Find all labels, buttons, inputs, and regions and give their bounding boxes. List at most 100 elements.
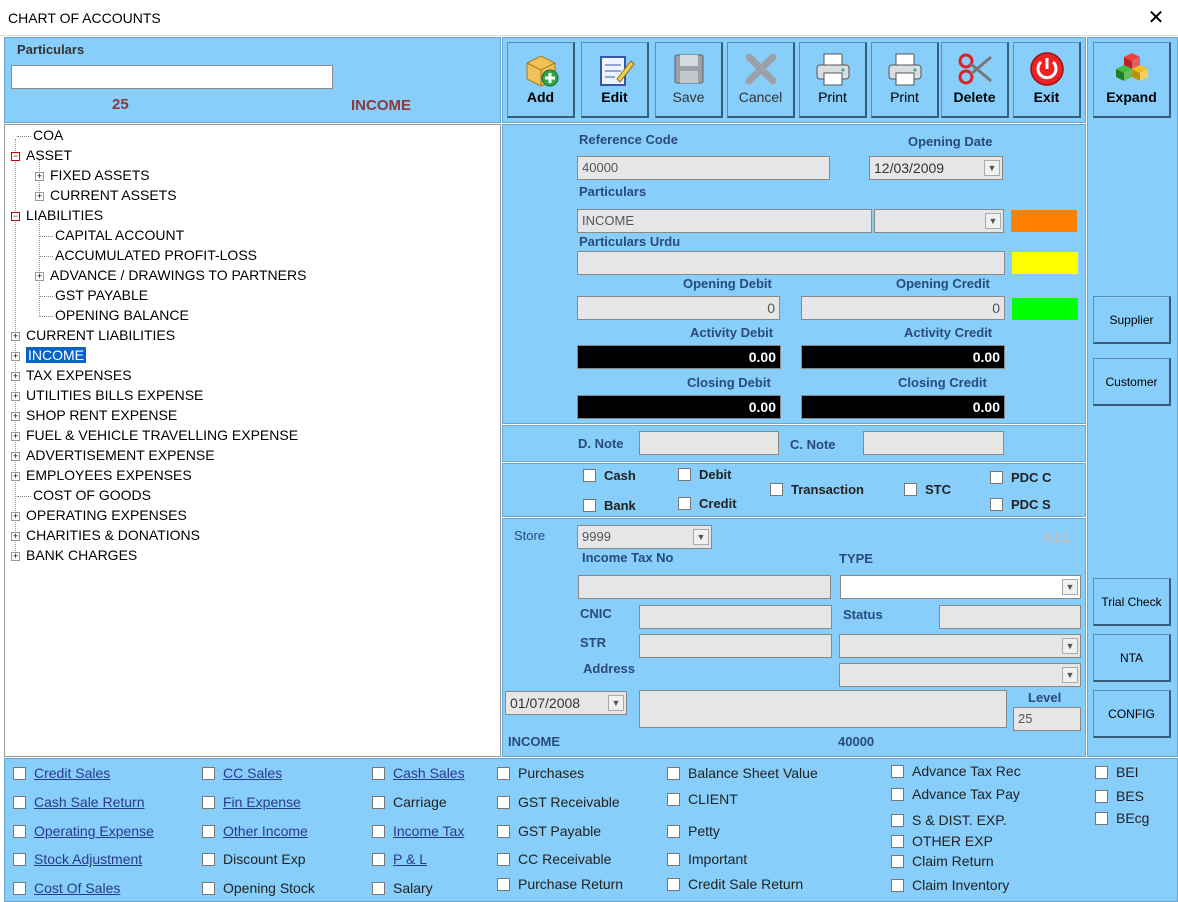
pl-checkbox[interactable]: P & L [372, 851, 427, 867]
petty-checkbox[interactable]: Petty [667, 823, 720, 839]
chevron-down-icon[interactable]: ▼ [1062, 638, 1078, 654]
expand-icon[interactable]: + [11, 351, 20, 361]
expand-icon[interactable]: + [11, 391, 20, 401]
tree-item[interactable]: + EMPLOYEES EXPENSES [11, 465, 192, 485]
important-checkbox[interactable]: Important [667, 851, 747, 867]
exit-button[interactable]: Exit [1013, 42, 1081, 118]
collapse-icon[interactable]: − [11, 211, 20, 221]
cash-checkbox[interactable]: Cash [583, 468, 636, 483]
cc-sales-checkbox[interactable]: CC Sales [202, 765, 282, 781]
expand-button[interactable]: Expand [1093, 42, 1171, 118]
address-select[interactable]: ▼ [839, 663, 1081, 687]
expand-icon[interactable]: + [35, 271, 44, 281]
print-alt-button[interactable]: Print [871, 42, 939, 118]
config-button[interactable]: CONFIG [1093, 690, 1171, 738]
chevron-down-icon[interactable]: ▼ [608, 695, 624, 711]
chevron-down-icon[interactable]: ▼ [984, 160, 1000, 176]
balance-sheet-value-checkbox[interactable]: Balance Sheet Value [667, 765, 818, 781]
tree-item[interactable]: + CURRENT ASSETS [35, 185, 177, 205]
bes-checkbox[interactable]: BES [1095, 788, 1144, 804]
collapse-icon[interactable]: − [11, 151, 20, 161]
customer-button[interactable]: Customer [1093, 358, 1171, 406]
opening-stock-checkbox[interactable]: Opening Stock [202, 880, 315, 896]
tree-item[interactable]: CAPITAL ACCOUNT [39, 225, 184, 245]
color-swatch-orange[interactable] [1011, 210, 1077, 232]
tree-item[interactable]: + FUEL & VEHICLE TRAVELLING EXPENSE [11, 425, 298, 445]
stock-adjustment-checkbox[interactable]: Stock Adjustment [13, 851, 142, 867]
expand-icon[interactable]: + [11, 531, 20, 541]
bei-checkbox[interactable]: BEI [1095, 764, 1139, 780]
delete-button[interactable]: Delete [941, 42, 1009, 118]
tree-item[interactable]: COA [17, 125, 63, 145]
tree-item[interactable]: ACCUMULATED PROFIT-LOSS [39, 245, 257, 265]
address-field[interactable] [639, 690, 1007, 728]
tree-item[interactable]: + CHARITIES & DONATIONS [11, 525, 200, 545]
tree-item[interactable]: + OPERATING EXPENSES [11, 505, 187, 525]
pdcc-checkbox[interactable]: PDC C [990, 470, 1051, 485]
type-select[interactable]: ▼ [840, 575, 1081, 599]
bank-checkbox[interactable]: Bank [583, 498, 636, 513]
reference-code-field[interactable]: 40000 [577, 156, 830, 180]
color-swatch-green[interactable] [1012, 298, 1078, 320]
stc-checkbox[interactable]: STC [904, 482, 951, 497]
chevron-down-icon[interactable]: ▼ [1062, 579, 1078, 595]
tree-item[interactable]: + ADVERTISEMENT EXPENSE [11, 445, 215, 465]
expand-icon[interactable]: + [11, 551, 20, 561]
level-field[interactable]: 25 [1013, 707, 1081, 731]
expand-icon[interactable]: + [11, 451, 20, 461]
income-tax-field[interactable] [578, 575, 831, 599]
tree-item[interactable]: OPENING BALANCE [39, 305, 189, 325]
add-button[interactable]: Add [507, 42, 575, 118]
cancel-button[interactable]: Cancel [727, 42, 795, 118]
tree-item[interactable]: + ADVANCE / DRAWINGS TO PARTNERS [35, 265, 306, 285]
becg-checkbox[interactable]: BEcg [1095, 810, 1149, 826]
cash-sales-checkbox[interactable]: Cash Sales [372, 765, 465, 781]
chevron-down-icon[interactable]: ▼ [985, 213, 1001, 229]
tree-item[interactable]: COST OF GOODS [17, 485, 151, 505]
other-income-checkbox[interactable]: Other Income [202, 823, 308, 839]
tree-item[interactable]: GST PAYABLE [39, 285, 148, 305]
other-exp-checkbox[interactable]: OTHER EXP [891, 833, 993, 849]
tree-item[interactable]: − ASSET [11, 145, 72, 165]
expand-icon[interactable]: + [35, 191, 44, 201]
supplier-button[interactable]: Supplier [1093, 296, 1171, 344]
fin-expense-checkbox[interactable]: Fin Expense [202, 794, 301, 810]
tree-item[interactable]: + SHOP RENT EXPENSE [11, 405, 177, 425]
transaction-checkbox[interactable]: Transaction [770, 482, 864, 497]
claim-return-checkbox[interactable]: Claim Return [891, 853, 994, 869]
operating-expense-checkbox[interactable]: Operating Expense [13, 823, 154, 839]
expand-icon[interactable]: + [11, 371, 20, 381]
expand-icon[interactable]: + [35, 171, 44, 181]
tree-item[interactable]: + CURRENT LIABILITIES [11, 325, 175, 345]
cnic-field[interactable] [639, 605, 832, 629]
gst-payable-checkbox[interactable]: GST Payable [497, 823, 601, 839]
cost-of-sales-checkbox[interactable]: Cost Of Sales [13, 880, 120, 896]
store-select[interactable]: 9999 ▼ [577, 525, 712, 549]
print-button[interactable]: Print [799, 42, 867, 118]
expand-icon[interactable]: + [11, 431, 20, 441]
carriage-checkbox[interactable]: Carriage [372, 794, 447, 810]
particulars-type-select[interactable]: ▼ [874, 209, 1004, 233]
status-field[interactable] [939, 605, 1081, 629]
salary-checkbox[interactable]: Salary [372, 880, 433, 896]
claim-inventory-checkbox[interactable]: Claim Inventory [891, 877, 1009, 893]
credit-sales-checkbox[interactable]: Credit Sales [13, 765, 110, 781]
pdcs-checkbox[interactable]: PDC S [990, 497, 1051, 512]
particulars-urdu-field[interactable] [577, 251, 1005, 275]
debit-checkbox[interactable]: Debit [678, 467, 732, 482]
credit-sale-return-checkbox[interactable]: Credit Sale Return [667, 876, 803, 892]
expand-icon[interactable]: + [11, 331, 20, 341]
advance-tax-rec-checkbox[interactable]: Advance Tax Rec [891, 763, 1021, 779]
expand-icon[interactable]: + [11, 511, 20, 521]
cc-receivable-checkbox[interactable]: CC Receivable [497, 851, 611, 867]
advance-tax-pay-checkbox[interactable]: Advance Tax Pay [891, 786, 1020, 802]
nta-button[interactable]: NTA [1093, 634, 1171, 682]
tree-item[interactable]: + FIXED ASSETS [35, 165, 150, 185]
expand-icon[interactable]: + [11, 411, 20, 421]
search-input[interactable] [11, 65, 333, 89]
gst-receivable-checkbox[interactable]: GST Receivable [497, 794, 620, 810]
save-button[interactable]: Save [655, 42, 723, 118]
close-icon[interactable]: ✕ [1140, 4, 1172, 32]
s-dist-exp-checkbox[interactable]: S & DIST. EXP. [891, 812, 1007, 828]
str-field[interactable] [639, 634, 832, 658]
